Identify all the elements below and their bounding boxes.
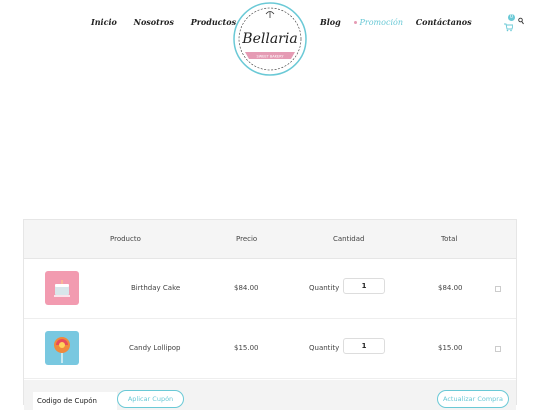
table-row: Birthday Cake $84.00 Quantity 1 $84.00 [24,259,516,319]
coupon-input[interactable]: Codigo de Cupón [33,392,117,410]
update-cart-button[interactable]: Actualizar Compra [437,390,509,408]
product-total: $15.00 [438,344,463,352]
nav-item-productos[interactable]: Productos [191,17,236,27]
col-header-price: Precio [236,235,258,243]
quantity-label: Quantity [309,344,340,352]
cart-actions-bar: Codigo de Cupón Aplicar Cupón Actualizar… [24,380,516,410]
product-price: $15.00 [234,344,259,352]
col-header-total: Total [441,235,458,243]
logo-wordmark: Bellaria [241,31,297,47]
nav-item-promocion-label: Promoción [359,18,403,27]
product-name[interactable]: Candy Lollipop [129,344,181,352]
remove-item-icon[interactable] [495,346,501,352]
cart-count-badge: 0 [508,14,515,21]
col-header-quantity: Cantidad [333,235,365,243]
quantity-input[interactable]: 1 [343,278,385,294]
cart-table: Producto Precio Cantidad Total Birthday … [23,219,517,410]
product-name[interactable]: Birthday Cake [131,284,180,292]
table-row: Candy Lollipop $15.00 Quantity 1 $15.00 [24,319,516,379]
quantity-label: Quantity [309,284,340,292]
product-price: $84.00 [234,284,259,292]
quantity-input[interactable]: 1 [343,338,385,354]
nav-item-nosotros[interactable]: Nosotros [134,17,174,27]
apply-coupon-button[interactable]: Aplicar Cupón [117,390,184,408]
product-thumbnail[interactable] [45,331,79,365]
col-header-product: Producto [110,235,141,243]
cart-icon[interactable]: 0 [503,14,515,32]
bellaria-logo[interactable]: Bellaria SWEET BAKERY [231,0,309,78]
nav-item-contactanos[interactable]: Contáctanos [416,17,472,27]
nav-item-blog[interactable]: Blog [320,17,341,27]
product-total: $84.00 [438,284,463,292]
main-nav-right: Blog Promoción Contáctanos [320,17,482,27]
search-icon[interactable] [518,17,524,25]
nav-item-promocion[interactable]: Promoción [353,18,403,27]
promo-dot-icon [353,20,357,24]
nav-item-inicio[interactable]: Inicio [91,17,117,27]
logo-ribbon-text: SWEET BAKERY [256,55,284,59]
remove-item-icon[interactable] [495,286,501,292]
product-thumbnail[interactable] [45,271,79,305]
main-nav-left: Inicio Nosotros Productos [91,17,250,27]
cart-table-header: Producto Precio Cantidad Total [24,220,516,259]
